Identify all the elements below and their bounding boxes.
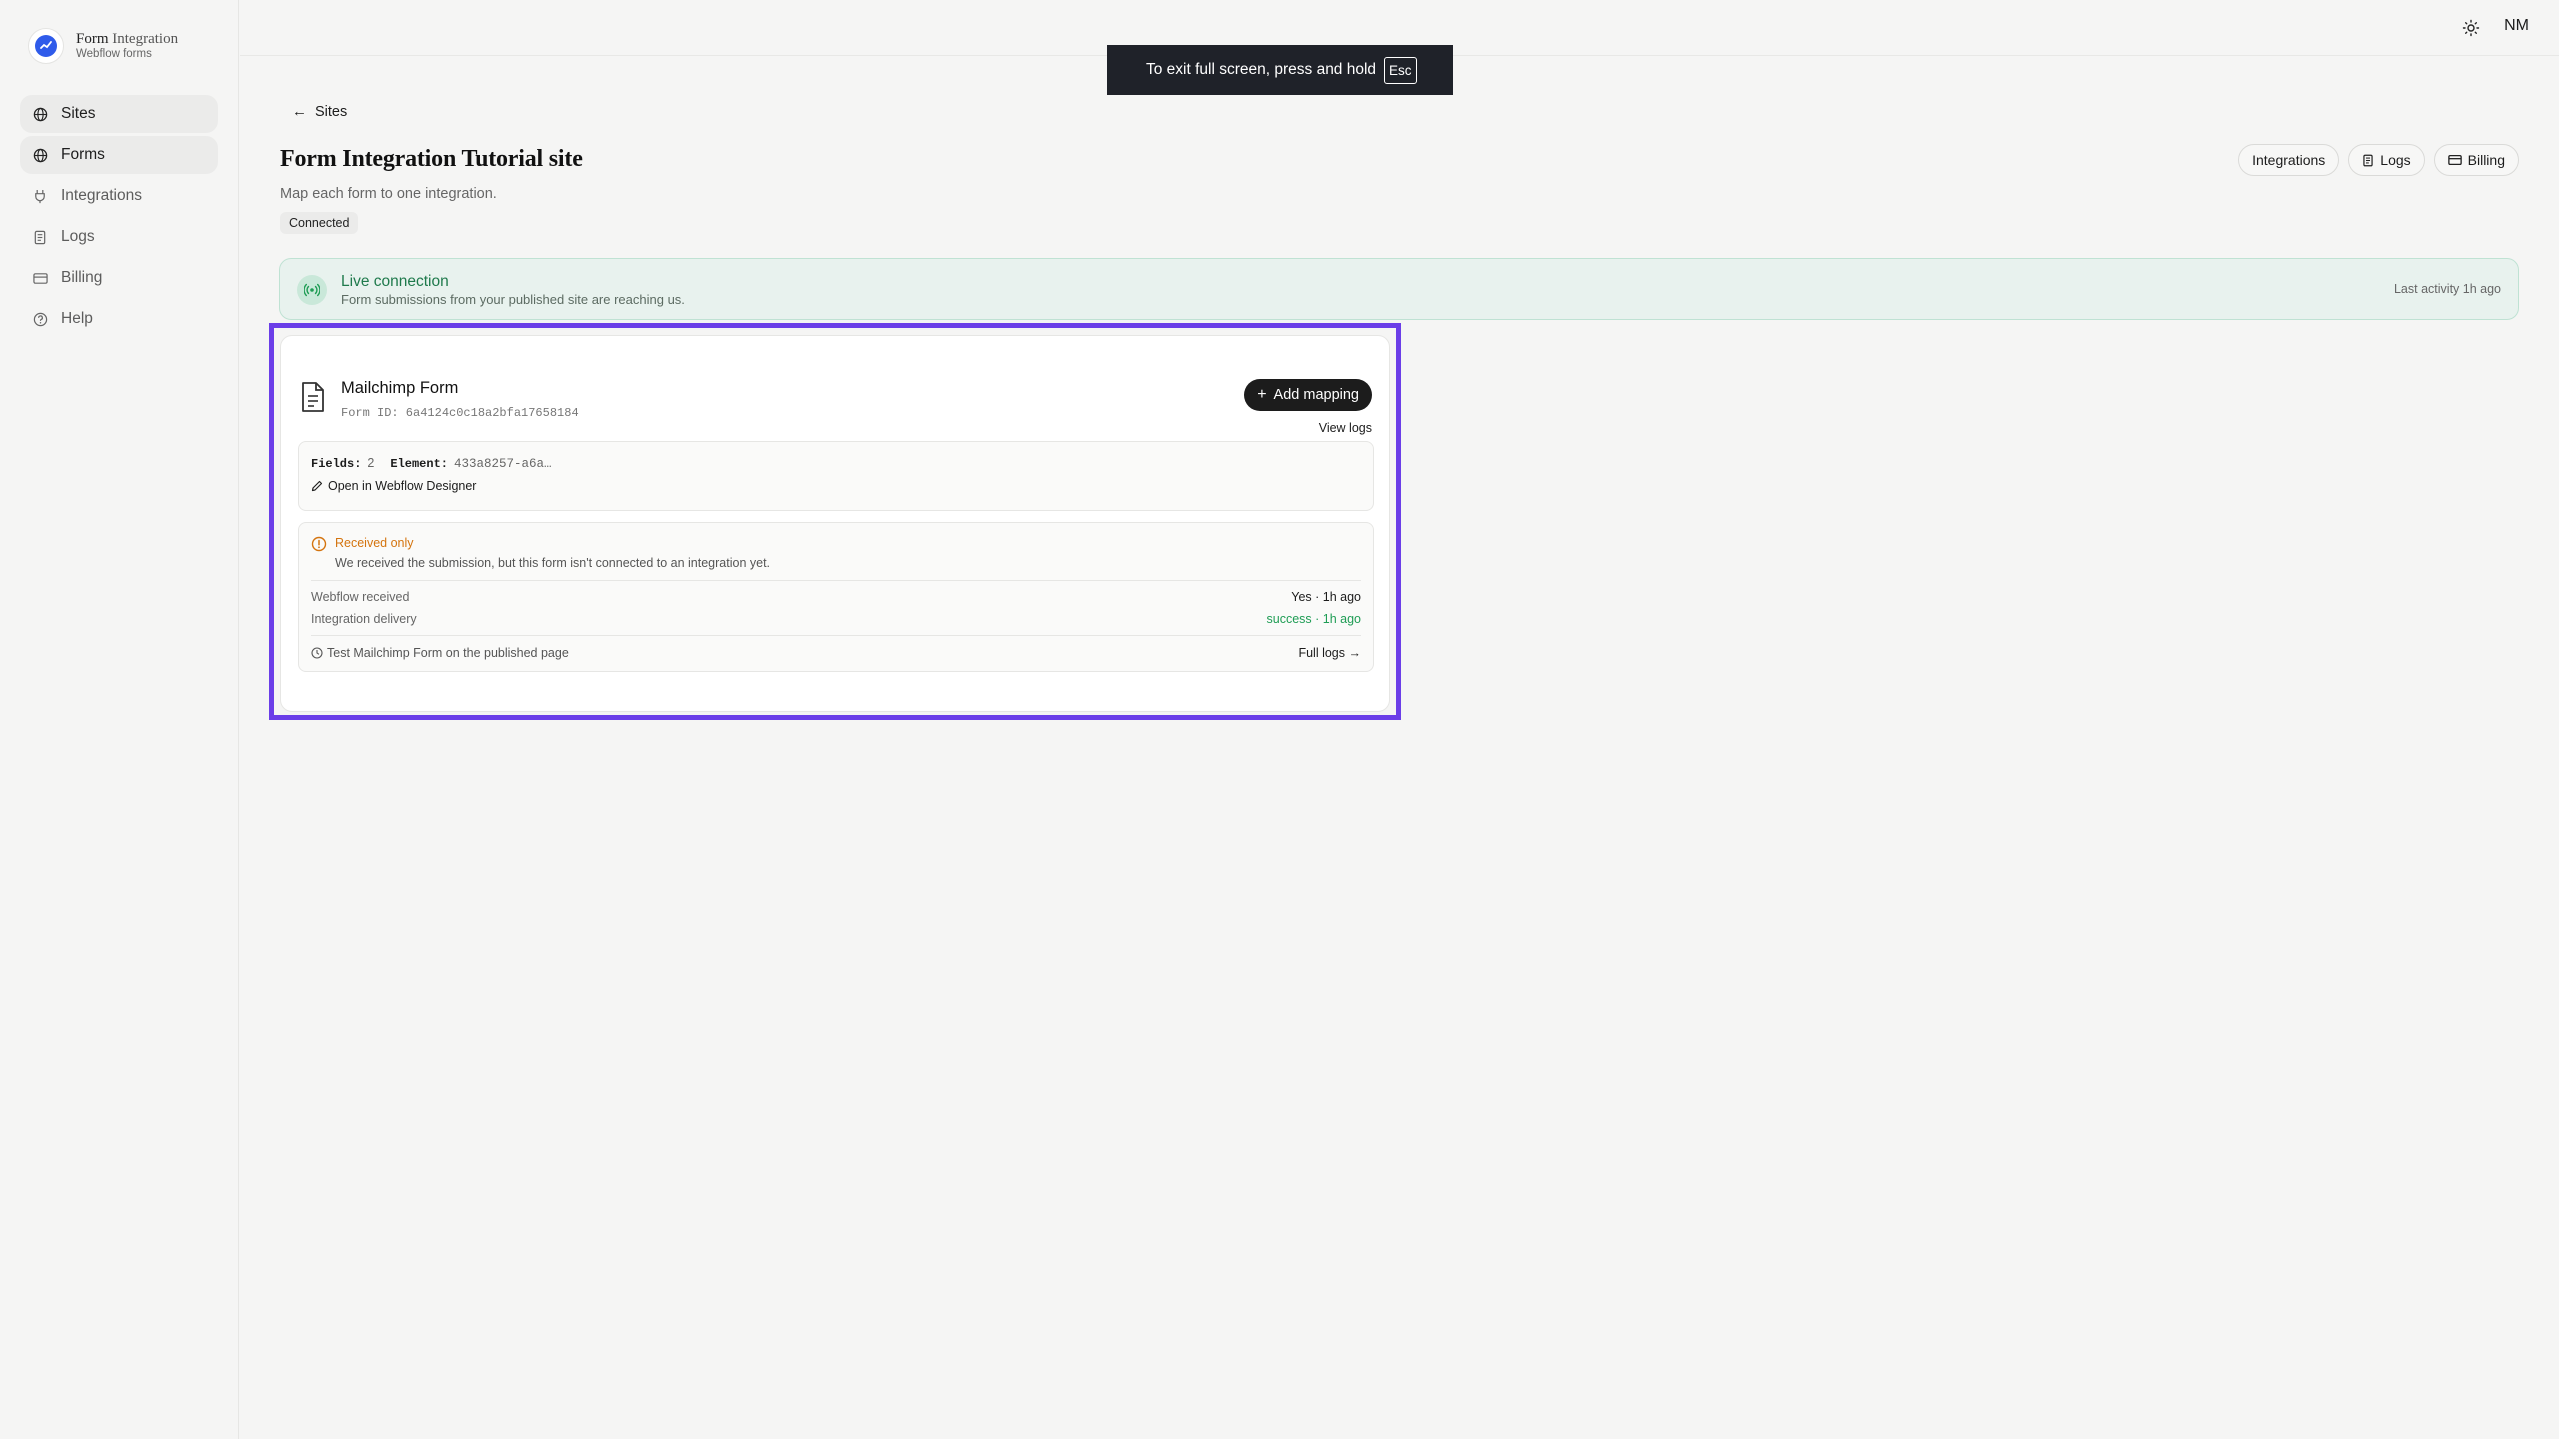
sidebar-item-label: Help — [61, 310, 93, 327]
help-circle-icon — [32, 311, 48, 327]
submission-status-box: Received only We received the submission… — [298, 522, 1374, 672]
credit-card-icon — [2447, 154, 2462, 166]
globe-icon — [32, 147, 48, 163]
plus-icon: + — [1257, 386, 1267, 403]
sidebar-item-label: Sites — [61, 105, 96, 122]
file-text-icon — [299, 381, 327, 413]
radio-signal-icon — [297, 275, 327, 305]
billing-button-label: Billing — [2467, 152, 2505, 168]
logs-button[interactable]: Logs — [2348, 144, 2425, 176]
page-subtitle: Map each form to one integration. — [280, 186, 497, 202]
fullscreen-toast: To exit full screen, press and hold Esc — [1107, 45, 1453, 95]
integration-delivery-value: success · 1h ago — [1266, 612, 1362, 626]
open-in-designer-label: Open in Webflow Designer — [328, 479, 477, 493]
scroll-icon — [32, 229, 48, 245]
status-title: Received only — [335, 536, 414, 550]
form-card: Mailchimp Form Form ID: 6a4124c0c18a2bfa… — [280, 335, 1390, 712]
brand-title: Form Integration — [76, 30, 179, 47]
arrow-left-icon: ← — [292, 103, 307, 120]
logs-button-label: Logs — [2380, 152, 2411, 168]
sidebar-item-label: Forms — [61, 146, 105, 163]
open-in-designer-link[interactable]: Open in Webflow Designer — [311, 479, 476, 493]
element-label: Element: — [390, 457, 448, 471]
integrations-button-label: Integrations — [2252, 152, 2326, 168]
alert-circle-icon — [311, 536, 327, 552]
sidebar: Form Integration Webflow forms Sites For… — [0, 0, 239, 1439]
page-title: Form Integration Tutorial site — [280, 146, 583, 172]
brand-subtitle: Webflow forms — [76, 48, 152, 61]
sidebar-nav: Sites Forms Integrations Logs Billing He… — [20, 95, 218, 341]
brand[interactable]: Form Integration Webflow forms — [28, 28, 178, 64]
view-logs-link[interactable]: View logs — [1319, 421, 1372, 435]
last-activity: Last activity 1h ago — [2393, 282, 2501, 296]
billing-button[interactable]: Billing — [2433, 144, 2519, 176]
globe-icon — [32, 106, 48, 122]
test-form-link[interactable]: Test Mailchimp Form on the published pag… — [311, 646, 569, 660]
plug-icon — [32, 188, 48, 204]
clock-icon — [311, 647, 323, 659]
webflow-received-label: Webflow received — [311, 590, 410, 604]
status-badge: Connected — [280, 212, 359, 234]
brand-logo-icon — [28, 28, 64, 64]
sidebar-item-help[interactable]: Help — [20, 300, 218, 338]
divider — [311, 580, 1361, 581]
integration-delivery-label: Integration delivery — [311, 612, 417, 626]
divider — [311, 635, 1361, 636]
esc-key: Esc — [1384, 56, 1417, 84]
element-value: 433a8257-a6a… — [453, 457, 552, 471]
scroll-icon — [2362, 154, 2374, 167]
form-name: Mailchimp Form — [341, 379, 459, 397]
form-fields-box: Fields: 2 Element: 433a8257-a6a… Open in… — [298, 441, 1374, 511]
pencil-icon — [311, 480, 323, 492]
add-mapping-button[interactable]: + Add mapping — [1244, 379, 1372, 411]
webflow-received-value: Yes · 1h ago — [1291, 590, 1361, 604]
live-connection-description: Form submissions from your published sit… — [341, 292, 685, 307]
live-connection-title: Live connection — [341, 273, 449, 290]
live-connection-banner: Live connection Form submissions from yo… — [279, 258, 2519, 320]
sidebar-item-integrations[interactable]: Integrations — [20, 177, 218, 215]
status-description: We received the submission, but this for… — [335, 556, 771, 570]
sidebar-item-billing[interactable]: Billing — [20, 259, 218, 297]
sidebar-item-label: Integrations — [61, 187, 142, 204]
form-id: Form ID: 6a4124c0c18a2bfa17658184 — [341, 406, 579, 420]
sidebar-item-label: Billing — [61, 269, 103, 286]
sidebar-item-label: Logs — [61, 228, 95, 245]
fields-label: Fields: — [311, 457, 362, 471]
add-mapping-label: Add mapping — [1273, 387, 1359, 403]
integrations-button[interactable]: Integrations — [2238, 144, 2340, 176]
credit-card-icon — [32, 270, 48, 286]
sidebar-item-forms[interactable]: Forms — [20, 136, 218, 174]
back-to-sites-link[interactable]: ← Sites — [292, 103, 347, 120]
sidebar-item-logs[interactable]: Logs — [20, 218, 218, 256]
full-logs-link[interactable]: Full logs → — [1298, 646, 1361, 660]
test-form-label: Test Mailchimp Form on the published pag… — [327, 646, 569, 660]
fields-value: 2 — [367, 456, 375, 470]
fullscreen-toast-text: To exit full screen, press and hold — [1146, 61, 1377, 78]
back-label: Sites — [315, 103, 348, 120]
sidebar-item-sites[interactable]: Sites — [20, 95, 218, 133]
user-avatar[interactable]: NM — [2504, 17, 2529, 35]
header-actions: Integrations Logs Billing — [2238, 144, 2519, 176]
sun-icon[interactable] — [2461, 18, 2481, 38]
